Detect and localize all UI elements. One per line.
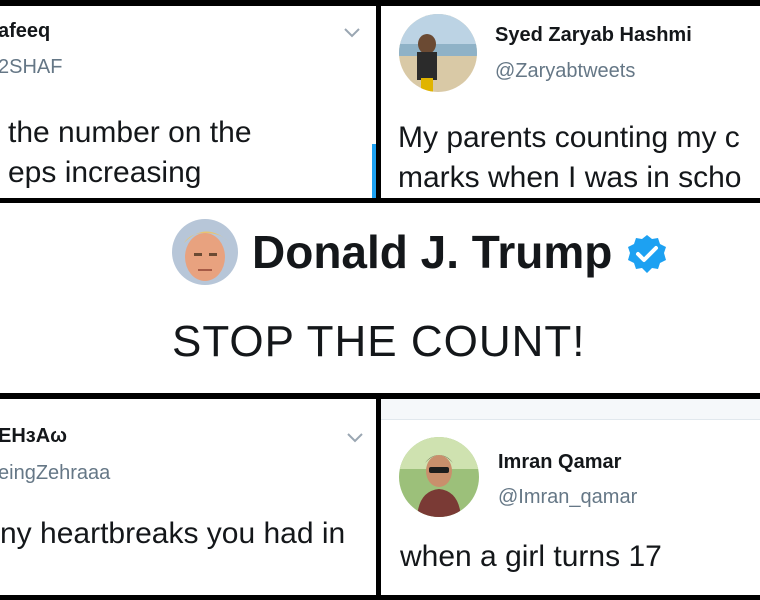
tweet-card-center[interactable]: Donald J. Trump STOP THE COUNT!: [0, 203, 760, 393]
tweet-card-top-right[interactable]: Syed Zaryab Hashmi @Zaryabtweets My pare…: [381, 6, 760, 198]
avatar[interactable]: [399, 14, 477, 92]
tweet-author-handle[interactable]: 2SHAF: [0, 56, 62, 79]
verified-badge-icon: [626, 233, 668, 280]
tweet-author-handle[interactable]: eingZehraaa: [0, 462, 110, 485]
scrollbar[interactable]: [372, 144, 376, 198]
tweet-text-line: My parents counting my c: [398, 121, 740, 154]
avatar[interactable]: [172, 219, 238, 285]
tweet-card-bottom-left[interactable]: EHзAω eingZehraaa ny heartbreaks you had…: [0, 399, 376, 595]
tweet-card-top-left[interactable]: afeeq 2SHAF the number on the eps increa…: [0, 6, 376, 198]
tweet-author-name[interactable]: Imran Qamar: [498, 451, 621, 474]
tweet-card-bottom-right[interactable]: Imran Qamar @Imran_qamar when a girl tur…: [381, 399, 760, 595]
tweet-text-line: eps increasing: [8, 156, 202, 189]
tweet-text-line: when a girl turns 17: [400, 540, 662, 573]
card-header-bar: [381, 399, 760, 420]
tweet-text: STOP THE COUNT!: [172, 317, 586, 366]
chevron-down-icon[interactable]: [343, 26, 361, 44]
tweet-text-line: ny heartbreaks you had in: [0, 517, 346, 550]
tweet-text-line: the number on the: [8, 116, 252, 149]
tweet-author-handle[interactable]: @Imran_qamar: [498, 486, 637, 509]
tweet-author-handle[interactable]: @Zaryabtweets: [495, 60, 635, 83]
tweet-text-line: marks when I was in scho: [398, 161, 742, 194]
tweet-author-name[interactable]: Syed Zaryab Hashmi: [495, 24, 692, 47]
tweet-author-name[interactable]: afeeq: [0, 20, 50, 43]
chevron-down-icon[interactable]: [346, 431, 364, 449]
tweet-author-name[interactable]: EHзAω: [0, 425, 67, 448]
tweet-author-name[interactable]: Donald J. Trump: [252, 225, 612, 279]
avatar[interactable]: [399, 437, 479, 517]
